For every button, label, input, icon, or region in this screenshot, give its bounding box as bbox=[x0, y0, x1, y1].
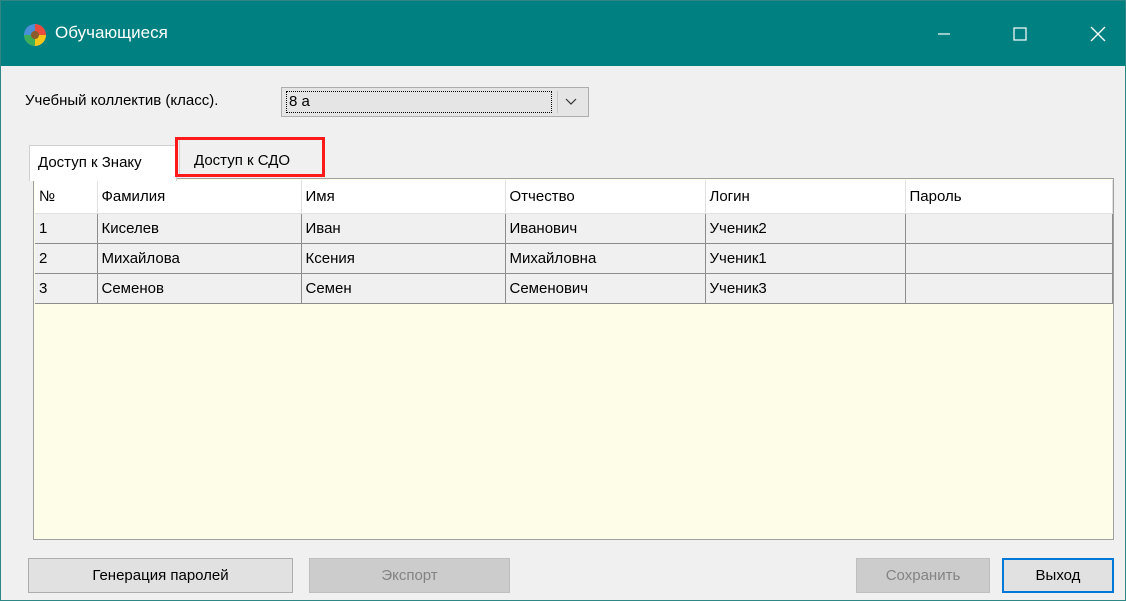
export-button[interactable]: Экспорт bbox=[309, 558, 510, 593]
maximize-icon bbox=[1013, 26, 1027, 41]
combo-separator bbox=[557, 91, 558, 113]
class-selector-combo[interactable]: 8 а bbox=[281, 87, 589, 117]
column-header-password[interactable]: Пароль bbox=[905, 180, 1113, 214]
maximize-button[interactable] bbox=[991, 1, 1049, 66]
table-cell[interactable]: Михайловна bbox=[505, 243, 706, 274]
table-cell[interactable]: Иванович bbox=[505, 213, 706, 244]
minimize-icon bbox=[938, 32, 950, 35]
save-button[interactable]: Сохранить bbox=[856, 558, 990, 593]
table-cell[interactable]: 1 bbox=[35, 213, 98, 244]
column-header-login[interactable]: Логин bbox=[705, 180, 906, 214]
title-bar[interactable]: Обучающиеся bbox=[1, 1, 1125, 66]
table-row[interactable]: 2 Михайлова Ксения Михайловна Ученик1 bbox=[35, 243, 1113, 274]
generate-passwords-button[interactable]: Генерация паролей bbox=[28, 558, 293, 593]
column-header-surname[interactable]: Фамилия bbox=[97, 180, 302, 214]
close-icon bbox=[1090, 26, 1106, 41]
table-cell[interactable]: 2 bbox=[35, 243, 98, 274]
table-row[interactable]: 1 Киселев Иван Иванович Ученик2 bbox=[35, 213, 1113, 244]
table-cell[interactable] bbox=[905, 273, 1113, 304]
column-header-number[interactable]: № bbox=[35, 180, 98, 214]
students-table[interactable]: № Фамилия Имя Отчество Логин Пароль 1 Ки… bbox=[33, 178, 1114, 540]
table-cell[interactable]: Семенович bbox=[505, 273, 706, 304]
class-selector-value: 8 а bbox=[286, 91, 552, 113]
app-icon bbox=[24, 24, 46, 46]
table-row[interactable]: 3 Семенов Семен Семенович Ученик3 bbox=[35, 273, 1113, 304]
table-cell[interactable]: Ученик3 bbox=[705, 273, 906, 304]
table-cell[interactable]: Ученик1 bbox=[705, 243, 906, 274]
table-cell[interactable]: Семенов bbox=[97, 273, 302, 304]
table-cell[interactable]: Ксения bbox=[301, 243, 506, 274]
chevron-down-icon bbox=[565, 98, 577, 105]
tab-access-sdo[interactable]: Доступ к СДО bbox=[179, 139, 325, 177]
window-title: Обучающиеся bbox=[55, 23, 168, 42]
table-cell[interactable]: Киселев bbox=[97, 213, 302, 244]
table-cell[interactable]: Ученик2 bbox=[705, 213, 906, 244]
tab-access-znak[interactable]: Доступ к Знаку bbox=[29, 145, 177, 181]
minimize-button[interactable] bbox=[915, 1, 973, 66]
exit-button[interactable]: Выход bbox=[1002, 558, 1114, 593]
table-cell[interactable]: Иван bbox=[301, 213, 506, 244]
table-cell[interactable]: Михайлова bbox=[97, 243, 302, 274]
table-cell[interactable]: 3 bbox=[35, 273, 98, 304]
close-button[interactable] bbox=[1069, 1, 1126, 66]
table-cell[interactable] bbox=[905, 213, 1113, 244]
column-header-patronymic[interactable]: Отчество bbox=[505, 180, 706, 214]
class-selector-label: Учебный коллектив (класс). bbox=[25, 92, 219, 109]
students-window: Обучающиеся Учебный коллектив (класс). 8… bbox=[0, 0, 1126, 601]
table-header-row: № Фамилия Имя Отчество Логин Пароль bbox=[35, 180, 1113, 214]
column-header-name[interactable]: Имя bbox=[301, 180, 506, 214]
table-cell[interactable]: Семен bbox=[301, 273, 506, 304]
table-cell[interactable] bbox=[905, 243, 1113, 274]
